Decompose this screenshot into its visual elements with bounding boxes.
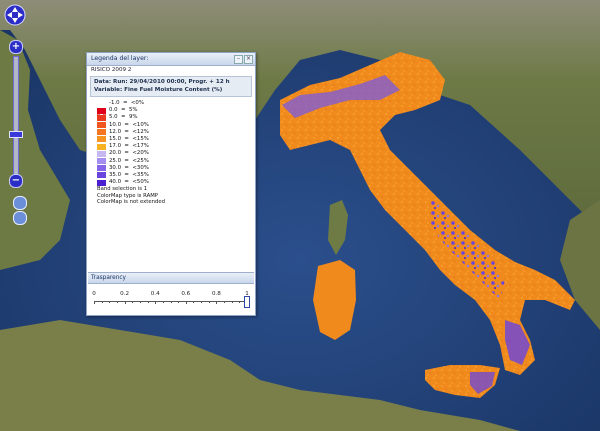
slider-tick-label: 0.8 [211, 291, 221, 297]
slider-tick [155, 301, 157, 304]
slider-tick-label: 0 [92, 291, 96, 297]
legend-notes: Band selection is 1 ColorMap type is RAMP… [87, 186, 255, 206]
transparency-slider[interactable]: 0 0.2 0.4 0.6 0.8 1 [92, 289, 250, 311]
legend-label: -1.0 = <0% [109, 100, 144, 106]
slider-tick [185, 301, 187, 304]
legend-swatch [97, 129, 106, 136]
slider-tick [94, 301, 95, 304]
legend-label: 20.0 = <20% [109, 150, 149, 157]
layer-info-box: Data: Run: 29/04/2010 00:00, Progr. + 12… [90, 76, 252, 97]
legend-row: 40.0 = <50% [93, 179, 255, 186]
legend-label: 10.0 = <10% [109, 121, 149, 128]
legend-swatch [97, 122, 106, 129]
legend-label: 25.0 = <25% [109, 157, 149, 164]
slider-minor-tick [147, 301, 149, 303]
slider-tick [124, 301, 126, 304]
slider-minor-tick [231, 301, 233, 303]
legend-swatch [97, 165, 106, 172]
slider-minor-tick [132, 301, 134, 303]
slider-tick-label: 0.4 [150, 291, 160, 297]
legend-row: 25.0 = <25% [93, 158, 255, 165]
color-legend: -1.0 = <0% 0.0 = 5% 5.0 = 9% 10.0 = <10% 12.… [93, 100, 255, 186]
legend-label: 35.0 = <35% [109, 171, 149, 178]
slider-minor-tick [208, 301, 210, 303]
legend-row: 0.0 = 5% [93, 107, 255, 114]
legend-row: 17.0 = <17% [93, 143, 255, 150]
slider-minor-tick [170, 301, 172, 303]
slider-minor-tick [101, 301, 103, 303]
variable-info: Variable: Fine Fuel Moisture Content (%) [94, 86, 223, 93]
zoom-slider-track[interactable] [13, 56, 19, 182]
slider-tick [216, 301, 218, 304]
slider-handle[interactable] [244, 296, 250, 308]
legend-label: 15.0 = <15% [109, 135, 149, 142]
legend-row: 10.0 = <10% [93, 122, 255, 129]
legend-swatch [97, 150, 106, 157]
zoom-in-button[interactable]: + [9, 40, 23, 54]
legend-row: 20.0 = <20% [93, 150, 255, 157]
legend-label: 12.0 = <12% [109, 128, 149, 135]
slider-minor-tick [224, 301, 226, 303]
legend-swatch [97, 136, 106, 143]
legend-swatch [97, 107, 106, 114]
slider-minor-tick [116, 301, 118, 303]
legend-label: 5.0 = 9% [109, 114, 138, 121]
slider-minor-tick [162, 301, 164, 303]
legend-label: 40.0 = <50% [109, 179, 149, 186]
legend-label: 17.0 = <17% [109, 143, 149, 150]
legend-note: Band selection is 1 [97, 186, 148, 193]
zoom-out-button[interactable]: − [9, 174, 23, 188]
globe-tool-icon[interactable] [13, 196, 27, 210]
sardinia [313, 260, 356, 340]
slider-minor-tick [139, 301, 141, 303]
legend-swatch [97, 172, 106, 179]
legend-row: -1.0 = <0% [93, 100, 255, 116]
legend-panel-title: Legenda del layer: [91, 55, 149, 62]
slider-minor-tick [193, 301, 195, 303]
legend-label: 0.0 = 5% [109, 107, 138, 114]
legend-note: ColorMap type is RAMP [97, 192, 158, 199]
legend-row: 15.0 = <15% [93, 136, 255, 143]
pan-control-icon[interactable] [4, 4, 26, 26]
slider-tick-label: 0.2 [120, 291, 130, 297]
zoom-tool-icon[interactable] [13, 211, 27, 225]
legend-swatch [97, 179, 106, 186]
legend-swatch [97, 143, 106, 150]
legend-row: 12.0 = <12% [93, 129, 255, 136]
layer-name: RISICO 2009 2 [91, 67, 132, 73]
legend-row: 30.0 = <30% [93, 165, 255, 172]
close-icon[interactable]: × [244, 55, 253, 64]
layer-legend-panel: Legenda del layer: – × RISICO 2009 2 Dat… [86, 52, 256, 316]
legend-row: 5.0 = 9% [93, 114, 255, 121]
minimize-icon[interactable]: – [234, 55, 243, 64]
legend-label: 30.0 = <30% [109, 164, 149, 171]
slider-minor-tick [239, 301, 241, 303]
zoom-slider-handle[interactable] [9, 131, 23, 138]
slider-minor-tick [109, 301, 111, 303]
legend-swatch [97, 114, 106, 121]
legend-swatch [97, 158, 106, 164]
legend-swatch [97, 101, 106, 116]
slider-tick-label: 0.6 [181, 291, 191, 297]
slider-minor-tick [201, 301, 203, 303]
run-info: Data: Run: 29/04/2010 00:00, Progr. + 12… [94, 79, 230, 85]
slider-minor-tick [178, 301, 180, 303]
legend-panel-titlebar[interactable]: Legenda del layer: – × [87, 53, 255, 66]
transparency-header: Trasparency [88, 272, 254, 284]
legend-row: 35.0 = <35% [93, 172, 255, 179]
legend-note: ColorMap is not extended [97, 199, 165, 206]
